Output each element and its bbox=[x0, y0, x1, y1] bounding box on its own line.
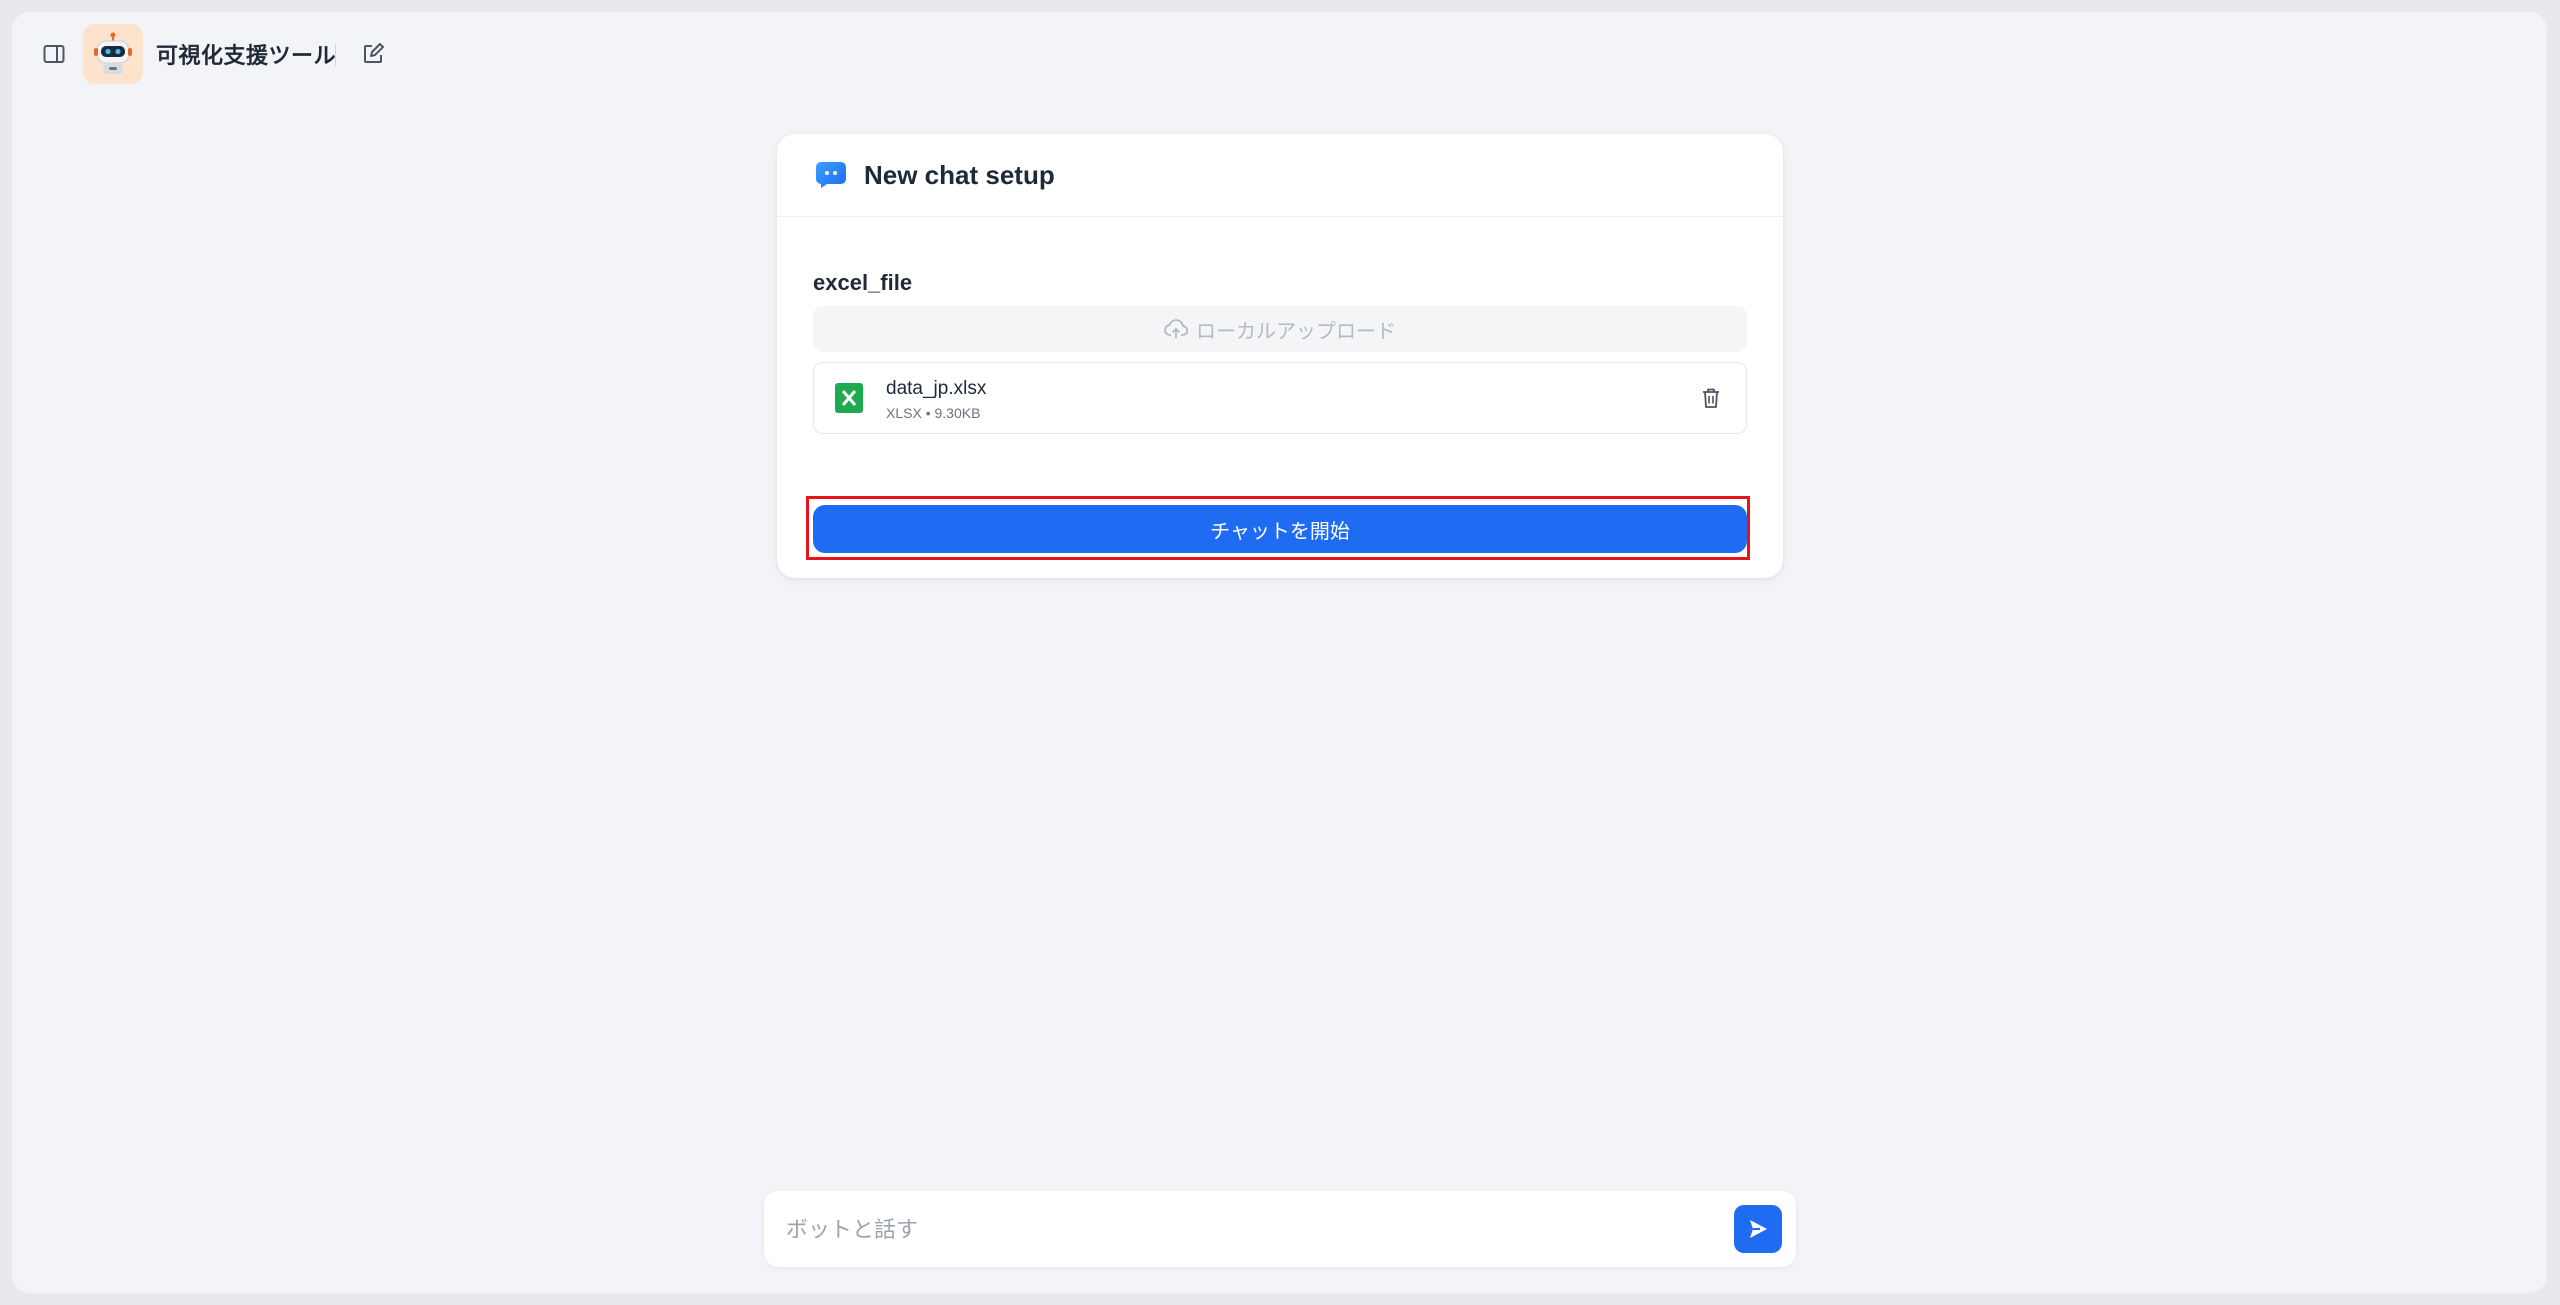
new-chat-button[interactable] bbox=[353, 34, 393, 74]
excel-file-icon bbox=[835, 383, 863, 413]
app-title: 可視化支援ツール bbox=[156, 43, 337, 68]
upload-label: ローカルアップロード bbox=[1196, 320, 1396, 343]
file-type: XLSX bbox=[886, 405, 922, 421]
avatar bbox=[83, 24, 143, 84]
file-meta: XLSX • 9.30KB bbox=[886, 405, 980, 421]
cloud-upload-icon bbox=[1164, 319, 1188, 338]
uploaded-file-item: data_jp.xlsx XLSX • 9.30KB bbox=[813, 362, 1747, 434]
card-title: New chat setup bbox=[864, 159, 1055, 190]
chat-input[interactable] bbox=[784, 1209, 1688, 1251]
start-chat-button[interactable]: チャットを開始 bbox=[813, 505, 1747, 553]
file-size: 9.30KB bbox=[934, 405, 981, 421]
robot-avatar-icon bbox=[94, 32, 132, 74]
send-button[interactable] bbox=[1734, 1205, 1782, 1253]
chat-input-bar bbox=[764, 1191, 1796, 1267]
delete-file-button[interactable] bbox=[1696, 383, 1726, 413]
header-divider bbox=[335, 44, 336, 66]
app-window: 可視化支援ツール New chat setup excel_file ローカルア… bbox=[12, 12, 2547, 1293]
send-icon bbox=[1750, 1220, 1767, 1238]
file-meta-separator: • bbox=[925, 405, 931, 421]
local-upload-button[interactable]: ローカルアップロード bbox=[813, 306, 1747, 352]
top-bar: 可視化支援ツール bbox=[12, 12, 2547, 96]
trash-icon bbox=[1703, 388, 1719, 408]
sidebar-toggle-icon bbox=[43, 45, 65, 63]
new-chat-icon bbox=[364, 43, 384, 63]
sidebar-toggle-button[interactable] bbox=[34, 34, 74, 74]
chat-bubble-icon bbox=[816, 162, 846, 188]
card-header: New chat setup bbox=[777, 134, 1783, 217]
new-chat-setup-card: New chat setup excel_file ローカルアップロード dat… bbox=[777, 134, 1783, 578]
file-name: data_jp.xlsx bbox=[886, 378, 987, 399]
excel-file-label: excel_file bbox=[813, 270, 913, 295]
